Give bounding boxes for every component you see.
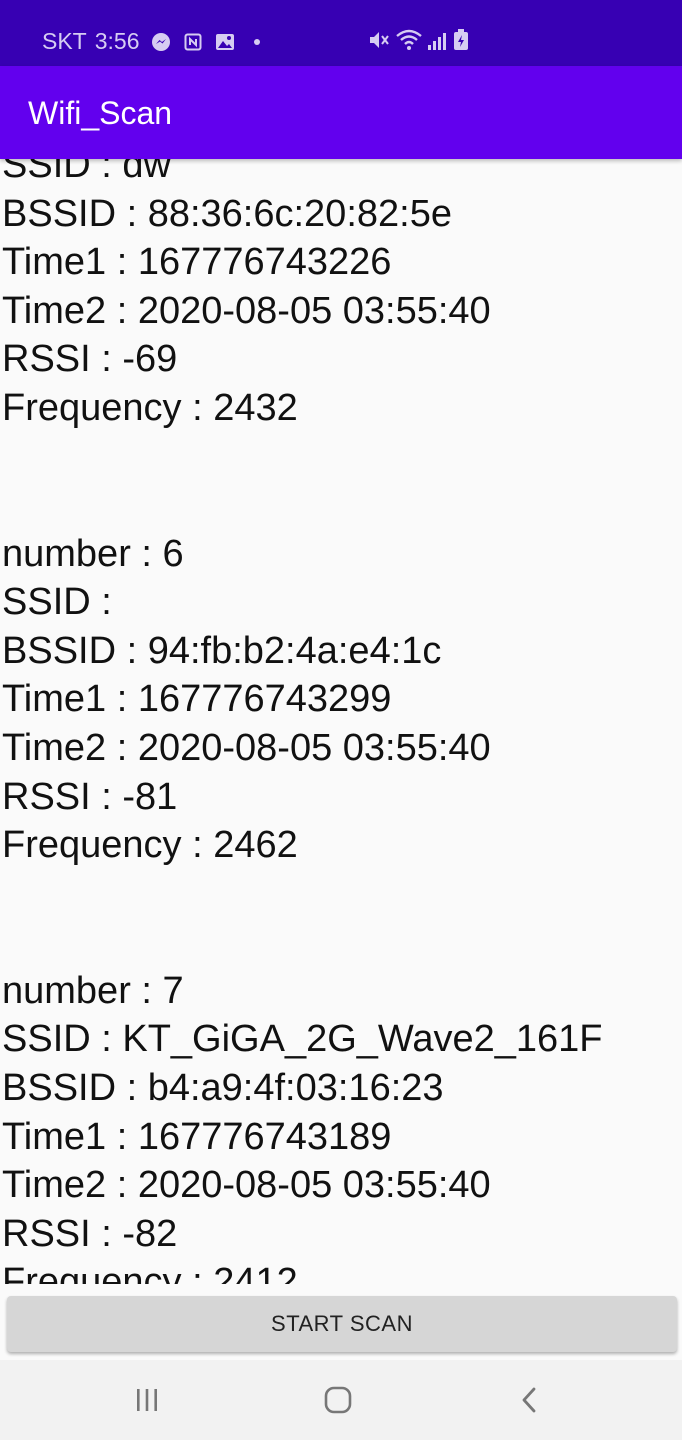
- home-icon[interactable]: [318, 1384, 358, 1416]
- scan-results-list: SSID : dw BSSID : 88:36:6c:20:82:5e Time1 …: [2, 159, 603, 1284]
- scan-result-item: number : 6 SSID : BSSID : 94:fb:b2:4a:e4:1…: [2, 530, 603, 870]
- scan-result-line: Time2 : 2020-08-05 03:55:40: [2, 726, 491, 769]
- scan-result-line: Time2 : 2020-08-05 03:55:40: [2, 289, 491, 332]
- scan-results-scroll[interactable]: SSID : dw BSSID : 88:36:6c:20:82:5e Time1 …: [0, 159, 682, 1284]
- scan-result-line: Time1 : 167776743226: [2, 241, 392, 284]
- app-bar: Wifi_Scan: [0, 66, 682, 159]
- scan-result-line: Time1 : 167776743189: [2, 1115, 392, 1158]
- scan-result-line: Frequency : 2412: [2, 1261, 298, 1284]
- start-scan-button[interactable]: START SCAN: [7, 1296, 677, 1352]
- scan-result-line: RSSI : -81: [2, 775, 178, 818]
- status-right: [367, 29, 469, 57]
- scan-result-line: Time2 : 2020-08-05 03:55:40: [2, 1164, 491, 1207]
- scan-result-line: RSSI : -82: [2, 1212, 178, 1255]
- scan-result-line: SSID : KT_GiGA_2G_Wave2_161F: [2, 1018, 603, 1061]
- mute-icon: [367, 29, 391, 57]
- scan-result-line: BSSID : 88:36:6c:20:82:5e: [2, 192, 452, 235]
- messenger-icon: [150, 31, 172, 53]
- app-title: Wifi_Scan: [28, 95, 173, 131]
- scan-result-line: Frequency : 2462: [2, 824, 298, 867]
- scan-result-line: BSSID : b4:a9:4f:03:16:23: [2, 1066, 444, 1109]
- signal-icon: [427, 30, 449, 57]
- recent-apps-icon[interactable]: [127, 1384, 167, 1416]
- gallery-icon: [214, 31, 236, 53]
- battery-icon: [453, 29, 469, 57]
- scan-result-line: SSID : dw: [2, 159, 171, 186]
- carrier-label: SKT: [42, 28, 87, 54]
- scan-result-item: number : 7 SSID : KT_GiGA_2G_Wave2_161F BS…: [2, 967, 603, 1284]
- scan-result-line: SSID :: [2, 581, 112, 624]
- status-time: 3:56: [94, 28, 140, 54]
- scan-result-line: BSSID : 94:fb:b2:4a:e4:1c: [2, 629, 442, 672]
- nfc-icon: [182, 31, 204, 53]
- scan-result-item: SSID : dw BSSID : 88:36:6c:20:82:5e Time1 …: [2, 159, 603, 433]
- status-bar: SKT 3:56: [0, 0, 682, 66]
- scan-result-line: number : 6: [2, 532, 184, 575]
- navigation-bar: [0, 1360, 682, 1440]
- scan-result-line: RSSI : -69: [2, 338, 178, 381]
- scan-result-line: Frequency : 2432: [2, 386, 298, 429]
- scan-result-line: Time1 : 167776743299: [2, 678, 392, 721]
- status-left: SKT 3:56: [42, 28, 268, 55]
- scan-result-line: number : 7: [2, 969, 184, 1012]
- dot-icon: [246, 31, 268, 53]
- back-icon[interactable]: [509, 1384, 549, 1416]
- wifi-icon: [395, 29, 423, 57]
